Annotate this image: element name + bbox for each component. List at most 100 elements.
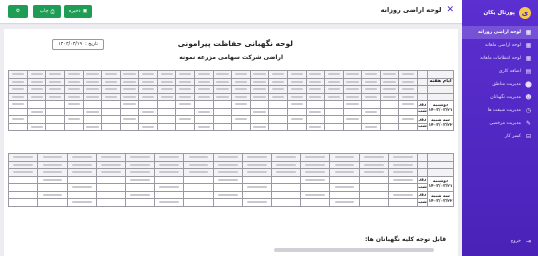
table-cell	[361, 122, 381, 131]
column-header	[82, 85, 103, 94]
column-header	[138, 70, 158, 79]
redacted-text	[179, 103, 192, 106]
redacted-text	[42, 178, 63, 181]
column-header	[64, 85, 84, 94]
redacted-text	[197, 125, 210, 128]
table-cell	[64, 107, 84, 116]
day-cell: دوشنبه ۱۴۰۳/۰۳/۲۱	[427, 175, 454, 192]
table-cell	[124, 183, 156, 192]
table-cell	[358, 198, 389, 207]
sidebar-item-4[interactable]: ▤ اضافه کاری	[462, 65, 538, 78]
table-cell	[300, 198, 331, 207]
redacted-text	[42, 163, 63, 166]
print-label: چاپ	[39, 9, 49, 14]
table-cell	[7, 198, 39, 207]
column-header	[8, 77, 28, 86]
column-header	[212, 85, 233, 94]
brand[interactable]: ی پورتال یکان	[462, 0, 538, 26]
column-header	[154, 160, 185, 169]
table-cell	[358, 175, 389, 184]
column-header	[286, 70, 307, 79]
column-header	[183, 153, 214, 162]
column-header	[124, 168, 156, 177]
redacted-text	[402, 88, 415, 91]
column-header	[231, 92, 251, 101]
column-header	[329, 153, 360, 162]
print-button[interactable]: چاپ ⎙	[33, 5, 61, 18]
sidebar-item-6[interactable]: ☻ مدیریت نگهبانان	[462, 91, 538, 104]
table-cell	[26, 122, 47, 131]
settings-button[interactable]: ⚙	[8, 5, 28, 18]
redacted-text	[71, 201, 92, 204]
column-header	[82, 92, 103, 101]
day-name: سه شنبه	[431, 193, 450, 199]
table-cell	[286, 100, 307, 109]
table-cell	[212, 198, 243, 207]
date-field[interactable]: تاریخ : ۱۴۰۳/۰۳/۱۹	[52, 39, 104, 50]
sidebar-item-5[interactable]: ⬤ مدیریت مناطق	[462, 78, 538, 91]
logout-item[interactable]: ⇥ خروج	[462, 235, 538, 248]
row-header	[427, 160, 454, 169]
redacted-text	[290, 80, 303, 83]
redacted-text	[402, 95, 415, 98]
table-header-row	[8, 92, 454, 101]
redacted-text	[197, 88, 210, 91]
sidebar-item-7[interactable]: ◷ مدیریت شیفت ها	[462, 104, 538, 117]
column-header	[379, 77, 400, 86]
redacted-text	[309, 95, 322, 98]
sidebar-item-8[interactable]: ✎ مدیریت مرخصی	[462, 117, 538, 130]
redacted-text	[130, 193, 150, 196]
table-row: شب	[7, 183, 454, 192]
report-sheet: لوحه نگهبانی حفاظت پیرامونی اراضی شرکت س…	[4, 29, 458, 256]
sidebar-item-9[interactable]: ⊟ کسر کار	[462, 130, 538, 143]
redacted-text	[67, 118, 80, 121]
redacted-text	[11, 88, 25, 91]
table-cell	[379, 115, 400, 124]
page-title-text: لوحه اراضی روزانه	[380, 6, 442, 14]
table-cell	[95, 190, 126, 199]
sidebar-item-3[interactable]: ▦ لوحه انتظامات ماهانه	[462, 52, 538, 65]
table-cell	[175, 115, 196, 124]
row-header: ایام هفته	[427, 77, 454, 86]
column-header	[119, 77, 140, 86]
column-header	[249, 77, 270, 86]
table-cell	[119, 107, 140, 116]
redacted-text	[160, 73, 173, 76]
save-button[interactable]: ذخیره ▣	[64, 5, 92, 18]
document-icon: ▤	[525, 67, 532, 75]
table-cell	[379, 107, 400, 116]
table-cell	[138, 115, 158, 124]
column-header	[101, 70, 121, 79]
table-cell	[26, 115, 47, 124]
redacted-text	[253, 110, 266, 113]
column-header	[398, 77, 418, 86]
table-cell	[231, 100, 251, 109]
redacted-text	[11, 118, 25, 121]
redacted-text	[217, 163, 238, 166]
redacted-text	[130, 156, 150, 159]
shift-header	[417, 168, 428, 177]
table-cell	[7, 190, 39, 199]
redacted-text	[217, 156, 238, 159]
table-cell	[329, 190, 360, 199]
table-cell	[66, 175, 97, 184]
column-header	[183, 168, 214, 177]
close-icon[interactable]: ✕	[446, 6, 454, 15]
redacted-text	[141, 88, 155, 91]
redacted-text	[141, 125, 155, 128]
redacted-text	[101, 156, 121, 159]
redacted-text	[402, 118, 415, 121]
table-cell	[212, 122, 233, 131]
redacted-text	[327, 73, 341, 76]
column-header	[324, 85, 344, 94]
redacted-text	[30, 73, 43, 76]
sidebar-item-2[interactable]: ▦ لوحه اراضی ماهانه	[462, 39, 538, 52]
sidebar-item-1[interactable]: ▦ لوحه اراضی روزانه	[462, 26, 538, 39]
redacted-text	[334, 186, 355, 189]
table-cell	[154, 198, 185, 207]
redacted-text	[30, 125, 43, 128]
user-icon: ☻	[525, 93, 532, 101]
column-header	[241, 153, 272, 162]
table-header-row	[7, 153, 454, 162]
redacted-text	[104, 80, 118, 83]
